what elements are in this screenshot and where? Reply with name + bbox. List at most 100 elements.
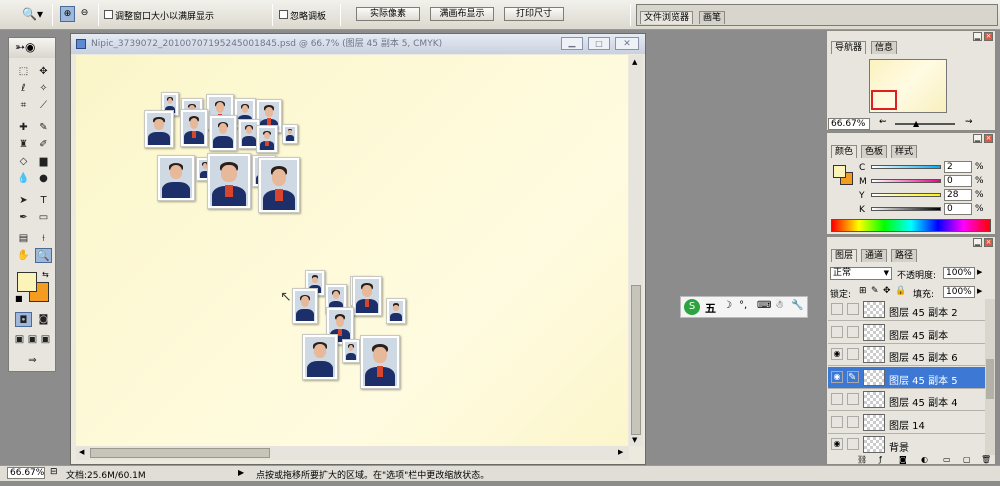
close-button[interactable]: ✕ [615, 37, 639, 50]
panel-close-button[interactable]: × [984, 32, 993, 41]
layer-row[interactable]: 图层 14 [828, 411, 986, 434]
layer-link-icon[interactable]: ✎ [847, 370, 859, 383]
panel-close-button[interactable]: × [984, 238, 993, 247]
default-colors-icon[interactable]: ■ [15, 294, 23, 303]
scroll-right-icon[interactable]: ▶ [618, 448, 623, 456]
layers-scrollbar[interactable] [985, 299, 995, 455]
tab-layers[interactable]: 图层 [831, 249, 858, 262]
channel-y-value[interactable]: 28 [944, 189, 972, 201]
scroll-up-icon[interactable]: ▲ [632, 58, 637, 66]
quick-mask-mode-icon[interactable]: ◙ [35, 312, 52, 327]
channel-m-value[interactable]: 0 [944, 175, 972, 187]
tab-navigator[interactable]: 导航器 [831, 41, 867, 54]
blend-mode-select[interactable]: 正常 ▼ [830, 267, 892, 280]
screen-mode-menubar-icon[interactable]: ▣ [26, 332, 39, 347]
fill-arrow-icon[interactable]: ▶ [977, 287, 982, 295]
layer-visibility-eye-icon[interactable] [831, 325, 843, 338]
scroll-left-icon[interactable]: ◀ [79, 448, 84, 456]
crop-tool-icon[interactable]: ⌗ [15, 98, 32, 113]
history-brush-tool-icon[interactable]: ✐ [35, 137, 52, 152]
zoom-in-icon[interactable]: ⊕ [60, 6, 75, 22]
settings-wrench-icon[interactable]: 🔧 [791, 300, 803, 311]
punctuation-icon[interactable]: °, [739, 300, 747, 311]
lock-image-icon[interactable]: ✎ [871, 286, 879, 296]
layer-link-icon[interactable] [847, 415, 859, 428]
hand-tool-icon[interactable]: ✋ [15, 248, 32, 263]
maximize-button[interactable]: □ [588, 37, 610, 50]
navigator-zoom-slider[interactable] [895, 123, 955, 125]
channel-c-slider[interactable] [871, 165, 941, 169]
pen-tool-icon[interactable]: ✒ [15, 210, 32, 225]
eyedropper-tool-icon[interactable]: ⟊ [35, 231, 52, 246]
well-tab-file-browser[interactable]: 文件浏览器 [640, 11, 694, 24]
channel-y-slider[interactable] [871, 193, 941, 197]
layer-link-icon[interactable] [847, 438, 859, 450]
blur-tool-icon[interactable]: 💧 [15, 171, 32, 186]
panel-minimize-button[interactable]: ▁ [973, 32, 982, 41]
layer-visibility-eye-icon[interactable] [831, 393, 843, 405]
tab-info[interactable]: 信息 [871, 41, 898, 54]
lock-all-icon[interactable]: 🔒 [895, 286, 906, 296]
color-spectrum-bar[interactable] [831, 219, 991, 232]
add-mask-icon[interactable]: ◙ [899, 455, 907, 465]
clone-stamp-tool-icon[interactable]: ♜ [15, 137, 32, 152]
tab-color[interactable]: 颜色 [831, 145, 858, 158]
jump-to-imageready-icon[interactable]: ⇒ [24, 353, 41, 368]
zoom-tool-icon[interactable]: 🔍 [35, 248, 52, 263]
lasso-tool-icon[interactable]: ℓ [15, 81, 32, 96]
lock-position-icon[interactable]: ✥ [883, 286, 891, 296]
notes-tool-icon[interactable]: ▤ [15, 231, 32, 246]
actual-pixels-button[interactable]: 实际像素 [356, 7, 420, 21]
zoom-tool-preset-icon[interactable]: 🔍▾ [22, 7, 43, 21]
new-group-icon[interactable]: ▭ [943, 455, 951, 465]
trash-icon[interactable]: 🗑 [981, 455, 991, 465]
well-tab-brushes[interactable]: 画笔 [699, 11, 726, 24]
eraser-tool-icon[interactable]: ◇ [15, 154, 32, 169]
panel-close-button[interactable]: × [984, 134, 993, 143]
panel-minimize-button[interactable]: ▁ [973, 238, 982, 247]
layer-link-icon[interactable] [847, 393, 859, 405]
path-selection-tool-icon[interactable]: ➤ [15, 193, 32, 208]
navigator-view-box[interactable] [871, 90, 897, 110]
image-canvas[interactable]: ↖ [76, 55, 628, 446]
move-tool-icon[interactable]: ✥ [35, 64, 52, 79]
link-layers-icon[interactable]: ⛓ [857, 455, 867, 465]
zoom-in-small-icon[interactable]: ⇝ [965, 117, 973, 127]
screen-mode-standard-icon[interactable]: ▣ [13, 332, 26, 347]
skin-icon[interactable]: ☃ [775, 300, 784, 311]
layers-scroll-thumb[interactable] [986, 359, 994, 399]
navigator-zoom-field[interactable]: 66.67% [828, 118, 870, 130]
vertical-scrollbar[interactable]: ▲ ▼ [629, 55, 643, 446]
print-size-button[interactable]: 打印尺寸 [504, 7, 564, 21]
minimize-button[interactable]: ▁ [561, 37, 583, 50]
horizontal-scrollbar[interactable]: ◀ ▶ [76, 446, 629, 460]
layer-visibility-eye-icon[interactable] [831, 303, 843, 315]
ignore-palettes-checkbox[interactable] [279, 10, 288, 19]
layer-row[interactable]: 图层 45 副本 [828, 321, 986, 344]
layer-row[interactable]: 图层 45 副本 2 [828, 299, 986, 321]
channel-k-slider[interactable] [871, 207, 941, 211]
zoom-out-small-icon[interactable]: ⇜ [879, 117, 887, 127]
slice-tool-icon[interactable]: ⟋ [35, 98, 52, 113]
vertical-scroll-thumb[interactable] [631, 285, 641, 435]
half-width-icon[interactable]: ☽ [723, 300, 732, 311]
tab-paths[interactable]: 路径 [891, 249, 918, 262]
fit-screen-button[interactable]: 满画布显示 [430, 7, 494, 21]
type-tool-icon[interactable]: T [35, 193, 52, 208]
layer-link-icon[interactable] [847, 303, 859, 315]
screen-mode-full-icon[interactable]: ▣ [39, 332, 52, 347]
scroll-down-icon[interactable]: ▼ [632, 436, 637, 444]
layer-visibility-eye-icon[interactable]: ◉ [831, 438, 843, 450]
healing-brush-tool-icon[interactable]: ✚ [15, 120, 32, 135]
magic-wand-tool-icon[interactable]: ✧ [35, 81, 52, 96]
fill-field[interactable]: 100% [943, 286, 975, 298]
color-foreground-swatch[interactable] [833, 165, 846, 178]
lock-transparency-icon[interactable]: ⊞ [859, 286, 867, 296]
status-arrow-icon[interactable]: ▶ [238, 468, 244, 477]
keyboard-icon[interactable]: ⌨ [757, 300, 771, 311]
layer-visibility-eye-icon[interactable]: ◉ [831, 348, 843, 360]
new-layer-icon[interactable]: ▢ [963, 455, 971, 465]
layer-visibility-eye-icon[interactable] [831, 415, 843, 428]
swap-colors-icon[interactable]: ⇆ [42, 270, 49, 279]
opacity-field[interactable]: 100% [943, 267, 975, 279]
